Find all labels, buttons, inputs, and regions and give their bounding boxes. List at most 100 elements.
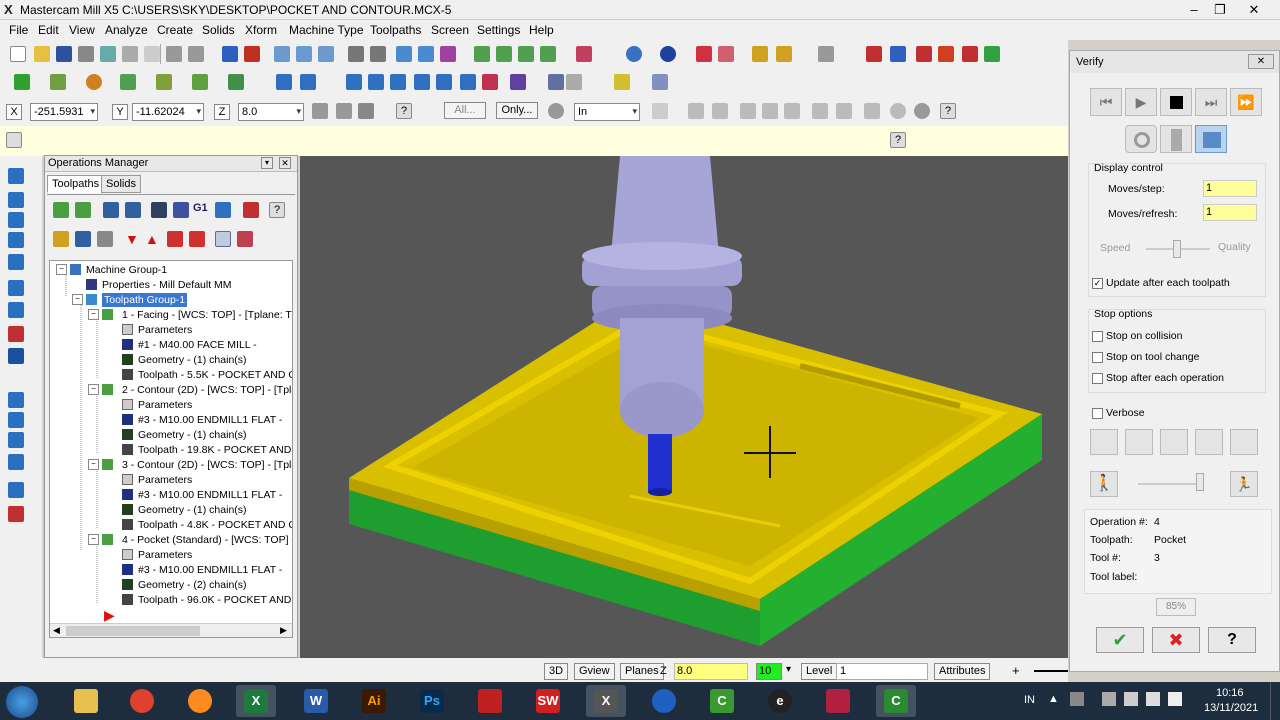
- end-selection-icon[interactable]: [914, 103, 930, 119]
- tab-solids[interactable]: Solids: [101, 175, 141, 193]
- xform-mirror-icon[interactable]: [368, 74, 384, 90]
- language-indicator[interactable]: IN: [1024, 694, 1035, 706]
- post-icon[interactable]: [962, 46, 978, 62]
- solid-remove-faces-icon[interactable]: [8, 454, 24, 470]
- verify-icon[interactable]: [938, 46, 954, 62]
- redo-icon[interactable]: [188, 46, 204, 62]
- view-3d-button[interactable]: 3D: [544, 663, 569, 680]
- shading-icon[interactable]: [696, 46, 712, 62]
- action-center-icon[interactable]: [1102, 692, 1116, 706]
- tree-item-toolpath[interactable]: Toolpath - 5.5K - POCKET AND CO: [138, 368, 292, 382]
- line-width-sample[interactable]: [1034, 670, 1068, 672]
- stock-view-button[interactable]: [1090, 429, 1118, 455]
- tree-item-parameters[interactable]: Parameters: [138, 473, 192, 487]
- moves-step-input[interactable]: 1: [1203, 180, 1257, 197]
- tree-item-machine-group[interactable]: Machine Group-1: [86, 263, 167, 277]
- xform-offset-icon[interactable]: [436, 74, 452, 90]
- tab-toolpaths[interactable]: Toolpaths: [47, 175, 105, 193]
- backplot-icon[interactable]: [916, 46, 932, 62]
- tree-item-tool[interactable]: #3 - M10.00 ENDMILL1 FLAT -: [138, 413, 282, 427]
- pocket-icon[interactable]: [566, 74, 582, 90]
- level-button[interactable]: Level: [801, 663, 838, 680]
- point-mode-icon[interactable]: [336, 103, 352, 119]
- start-button[interactable]: [6, 686, 38, 718]
- taskbar-firefox[interactable]: [180, 685, 220, 717]
- tree-item-geometry[interactable]: Geometry - (1) chain(s): [138, 353, 247, 367]
- tree-item-parameters[interactable]: Parameters: [138, 323, 192, 337]
- tree-item-toolpath-group[interactable]: Toolpath Group-1: [102, 293, 188, 307]
- chart-button[interactable]: [1160, 429, 1188, 455]
- select-all-ops-icon[interactable]: [53, 202, 69, 218]
- stop-button[interactable]: [1160, 88, 1192, 116]
- xform-rotate-icon[interactable]: [390, 74, 406, 90]
- planes-button[interactable]: Planes: [620, 663, 664, 680]
- z-coord-input[interactable]: 8.0: [238, 103, 304, 121]
- solid-revolve-icon[interactable]: [8, 192, 24, 208]
- select-solid-face-icon[interactable]: [740, 103, 756, 119]
- tree-item-tool[interactable]: #1 - M40.00 FACE MILL -: [138, 338, 257, 352]
- xform-translate-icon[interactable]: [346, 74, 362, 90]
- tool-display-button[interactable]: [1125, 125, 1157, 153]
- break-icon[interactable]: [300, 74, 316, 90]
- select-dirty-ops-icon[interactable]: [75, 202, 91, 218]
- cancel-button[interactable]: ✖: [1152, 627, 1200, 653]
- tree-item-parameters[interactable]: Parameters: [138, 398, 192, 412]
- taskbar-app-e[interactable]: e: [760, 685, 800, 717]
- regenerate-icon[interactable]: [984, 46, 1000, 62]
- globe-icon[interactable]: [626, 46, 642, 62]
- step-button[interactable]: ⏭: [1195, 88, 1227, 116]
- undo-icon[interactable]: [166, 46, 182, 62]
- taskbar-photoshop[interactable]: Ps: [412, 685, 452, 717]
- minimize-button[interactable]: –: [1181, 1, 1207, 18]
- open-file-icon[interactable]: [34, 46, 50, 62]
- view-cube-icon[interactable]: [576, 46, 592, 62]
- taskbar-word[interactable]: W: [296, 685, 336, 717]
- menu-xform[interactable]: Xform: [245, 23, 277, 37]
- solid-draft-icon[interactable]: [8, 412, 24, 428]
- zoom-in-icon[interactable]: [296, 46, 312, 62]
- moves-refresh-input[interactable]: 1: [1203, 204, 1257, 221]
- sim-speed-slider[interactable]: [1138, 483, 1202, 485]
- menu-settings[interactable]: Settings: [477, 23, 520, 37]
- tree-item-toolpath[interactable]: Toolpath - 19.8K - POCKET AND C: [138, 443, 292, 457]
- repaint-icon[interactable]: [244, 46, 260, 62]
- help-button[interactable]: ?: [1208, 627, 1256, 653]
- taskbar-chrome[interactable]: [122, 685, 162, 717]
- measure-button[interactable]: [1195, 429, 1223, 455]
- print-icon[interactable]: [78, 46, 94, 62]
- stock-display-button[interactable]: [1195, 125, 1227, 153]
- solid-fillet-icon[interactable]: [8, 254, 24, 270]
- graphics-viewport[interactable]: [300, 156, 1068, 658]
- gview-button[interactable]: Gview: [574, 663, 615, 680]
- x-coord-input[interactable]: -251.5931: [30, 103, 98, 121]
- wireframe-icon[interactable]: [418, 46, 434, 62]
- scroll-right-icon[interactable]: ▶: [280, 625, 287, 636]
- battery-icon[interactable]: [1146, 692, 1160, 706]
- solid-history-icon[interactable]: [8, 506, 24, 522]
- tray-app-icon[interactable]: [1070, 692, 1084, 706]
- tree-horizontal-scrollbar[interactable]: ◀ ▶: [50, 623, 292, 637]
- taskbar-explorer[interactable]: [66, 685, 106, 717]
- ribbon-help-icon[interactable]: ?: [396, 103, 412, 119]
- menu-machine-type[interactable]: Machine Type: [289, 23, 364, 37]
- tree-item-parameters[interactable]: Parameters: [138, 548, 192, 562]
- tree-item-op-1[interactable]: 1 - Facing - [WCS: TOP] - [Tplane: TO: [122, 308, 292, 322]
- help-context-icon[interactable]: [866, 46, 882, 62]
- attributes-button[interactable]: Attributes: [934, 663, 991, 680]
- zoom-window-icon[interactable]: [274, 46, 290, 62]
- unzoom-icon[interactable]: [348, 46, 364, 62]
- tree-item-toolpath[interactable]: Toolpath - 96.0K - POCKET AND C: [138, 593, 292, 607]
- toolpath-icon[interactable]: [890, 46, 906, 62]
- color-select[interactable]: 10: [756, 663, 782, 680]
- move-down-icon[interactable]: ▼: [125, 231, 141, 247]
- fit-screen-icon[interactable]: [222, 46, 238, 62]
- solid-boolean-icon[interactable]: [8, 348, 24, 364]
- run-fast-button[interactable]: 🏃: [1230, 471, 1258, 497]
- taskbar-mastercam[interactable]: X: [586, 685, 626, 717]
- post-ops-icon[interactable]: G1: [193, 202, 209, 218]
- select-vector-icon[interactable]: [864, 103, 880, 119]
- network-icon[interactable]: [1124, 692, 1138, 706]
- clear-selection-icon[interactable]: [890, 103, 906, 119]
- panel-dropdown-icon[interactable]: ▾: [261, 157, 273, 169]
- sphere-icon[interactable]: [660, 46, 676, 62]
